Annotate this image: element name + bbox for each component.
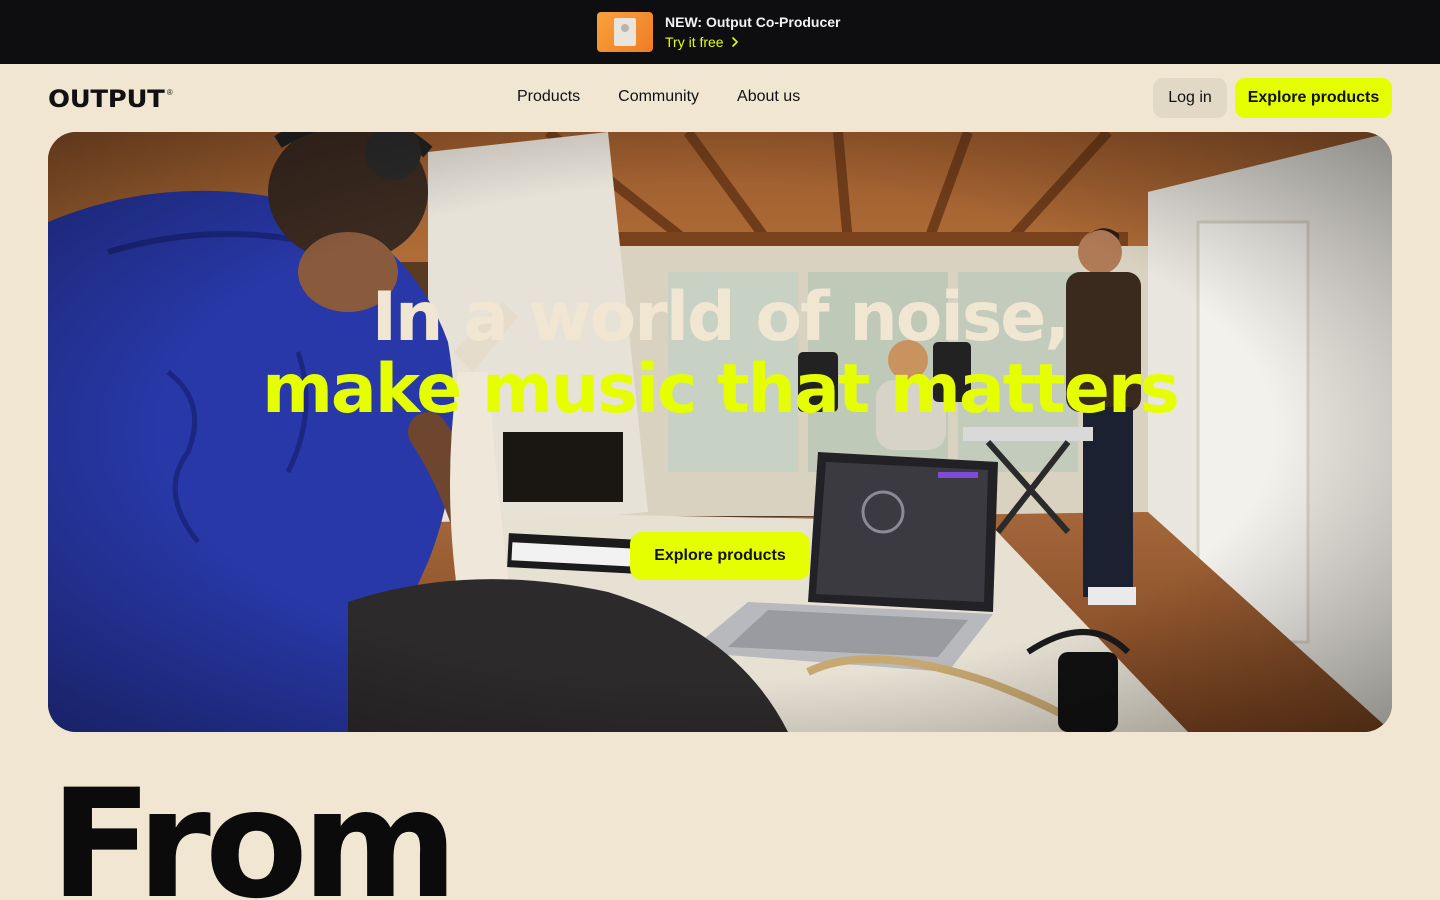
co-producer-thumbnail — [597, 12, 653, 52]
hero-headline-line2: make music that matters — [262, 350, 1180, 429]
nav-products[interactable]: Products — [517, 86, 580, 108]
announcement-title: NEW: Output Co-Producer — [665, 13, 841, 30]
hero-studio-image — [48, 132, 1392, 732]
logo-registered-mark: ® — [166, 88, 173, 97]
section-heading: From — [50, 758, 458, 900]
main-nav: Products Community About us — [517, 86, 800, 108]
announcement-cta-label: Try it free — [665, 33, 724, 50]
nav-community[interactable]: Community — [618, 86, 699, 108]
hero-headline: In a world of noise, make music that mat… — [48, 282, 1392, 426]
announcement-bar: NEW: Output Co-Producer Try it free — [0, 0, 1440, 64]
hero-headline-line1: In a world of noise, — [371, 278, 1071, 357]
output-logo[interactable]: OUTPUT ® — [48, 85, 173, 113]
explore-products-hero-button[interactable]: Explore products — [630, 532, 810, 580]
login-button[interactable]: Log in — [1153, 78, 1227, 118]
announcement-link[interactable]: NEW: Output Co-Producer Try it free — [597, 12, 841, 52]
hero-banner: In a world of noise, make music that mat… — [48, 132, 1392, 732]
announcement-cta[interactable]: Try it free — [665, 34, 841, 51]
chevron-right-icon — [731, 37, 738, 47]
logo-wordmark: OUTPUT — [48, 85, 165, 113]
explore-products-header-button[interactable]: Explore products — [1235, 78, 1392, 118]
nav-about-us[interactable]: About us — [737, 86, 800, 108]
